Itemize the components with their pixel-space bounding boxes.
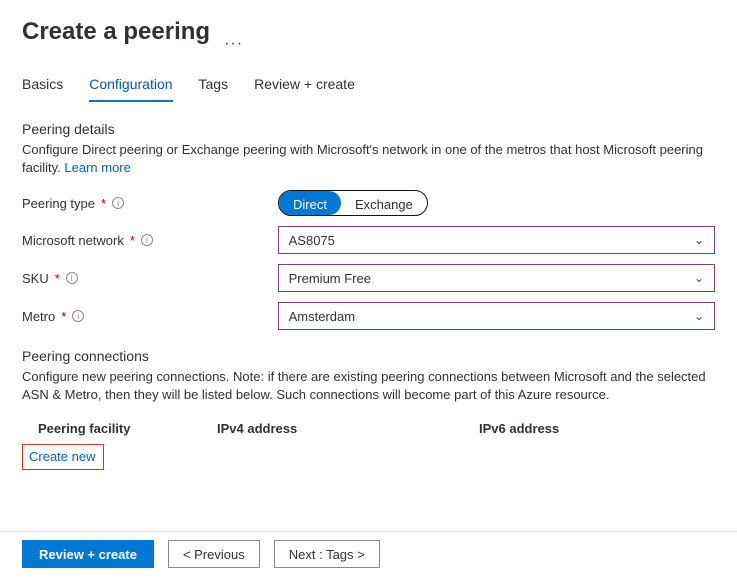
chevron-down-icon: ⌄ xyxy=(694,233,704,247)
peering-type-toggle[interactable]: Direct Exchange xyxy=(278,190,428,216)
chevron-down-icon: ⌄ xyxy=(694,309,704,323)
tab-configuration[interactable]: Configuration xyxy=(89,70,172,102)
tab-basics[interactable]: Basics xyxy=(22,70,63,102)
tab-tags[interactable]: Tags xyxy=(199,70,229,102)
create-new-link[interactable]: Create new xyxy=(29,449,95,464)
column-ipv6-address: IPv6 address xyxy=(479,421,679,436)
learn-more-link[interactable]: Learn more xyxy=(64,160,130,175)
column-ipv4-address: IPv4 address xyxy=(217,421,479,436)
page-title: Create a peering xyxy=(22,18,210,46)
required-marker: * xyxy=(130,233,135,248)
peering-details-heading: Peering details xyxy=(22,121,715,137)
tab-review-create[interactable]: Review + create xyxy=(254,70,355,102)
peering-connections-heading: Peering connections xyxy=(22,348,715,364)
connections-table-header: Peering facility IPv4 address IPv6 addre… xyxy=(22,421,715,436)
footer-divider xyxy=(0,531,737,532)
sku-label: SKU xyxy=(22,271,49,286)
microsoft-network-value: AS8075 xyxy=(289,233,335,248)
next-button[interactable]: Next : Tags > xyxy=(274,540,380,568)
microsoft-network-dropdown[interactable]: AS8075 ⌄ xyxy=(278,226,715,254)
required-marker: * xyxy=(61,309,66,324)
metro-value: Amsterdam xyxy=(289,309,355,324)
peering-type-exchange[interactable]: Exchange xyxy=(341,191,427,215)
column-peering-facility: Peering facility xyxy=(22,421,217,436)
required-marker: * xyxy=(101,196,106,211)
metro-label: Metro xyxy=(22,309,55,324)
peering-type-direct[interactable]: Direct xyxy=(279,191,341,215)
previous-button[interactable]: < Previous xyxy=(168,540,260,568)
tab-bar: Basics Configuration Tags Review + creat… xyxy=(22,70,715,103)
info-icon[interactable]: i xyxy=(112,197,124,209)
sku-value: Premium Free xyxy=(289,271,371,286)
info-icon[interactable]: i xyxy=(72,310,84,322)
review-create-button[interactable]: Review + create xyxy=(22,540,154,568)
metro-dropdown[interactable]: Amsterdam ⌄ xyxy=(278,302,715,330)
create-new-highlight: Create new xyxy=(22,444,104,470)
more-menu-icon[interactable]: ··· xyxy=(224,35,243,53)
wizard-footer: Review + create < Previous Next : Tags > xyxy=(22,540,380,568)
peering-connections-description: Configure new peering connections. Note:… xyxy=(22,368,715,403)
required-marker: * xyxy=(55,271,60,286)
info-icon[interactable]: i xyxy=(66,272,78,284)
sku-dropdown[interactable]: Premium Free ⌄ xyxy=(278,264,715,292)
info-icon[interactable]: i xyxy=(141,234,153,246)
peering-details-description: Configure Direct peering or Exchange pee… xyxy=(22,141,715,176)
microsoft-network-label: Microsoft network xyxy=(22,233,124,248)
chevron-down-icon: ⌄ xyxy=(694,271,704,285)
peering-type-label: Peering type xyxy=(22,196,95,211)
